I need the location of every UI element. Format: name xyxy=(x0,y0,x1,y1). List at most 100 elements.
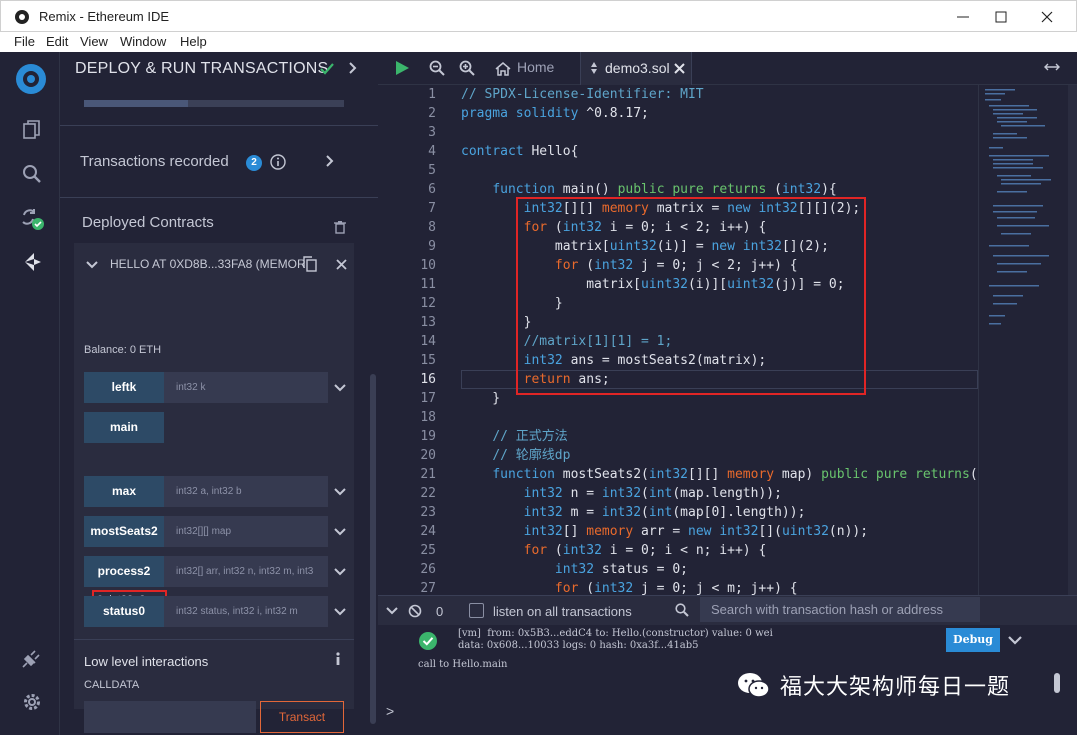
info-icon[interactable] xyxy=(332,652,344,666)
tab-demo3-sol[interactable]: demo3.sol xyxy=(580,52,692,85)
watermark: 福大大架构师每日一题 xyxy=(736,669,1010,701)
menu-edit[interactable]: Edit xyxy=(46,34,68,49)
line-number: 15 xyxy=(420,353,436,368)
contract-header[interactable]: HELLO AT 0XD8B...33FA8 (MEMOR xyxy=(74,243,354,287)
chevron-right-icon[interactable] xyxy=(347,62,359,74)
max-button[interactable]: max xyxy=(84,476,164,507)
maximize-button[interactable] xyxy=(978,1,1024,33)
clear-console-icon[interactable] xyxy=(408,604,422,618)
search-icon xyxy=(675,603,689,617)
menu-view[interactable]: View xyxy=(80,34,108,49)
solidity-compiler-icon[interactable] xyxy=(18,204,46,232)
close-button[interactable] xyxy=(1024,1,1070,33)
menu-help[interactable]: Help xyxy=(180,34,207,49)
chevron-down-icon[interactable] xyxy=(334,606,346,618)
terminal-prompt[interactable]: > xyxy=(386,703,394,719)
listen-all-checkbox[interactable] xyxy=(469,603,484,618)
line-number: 8 xyxy=(428,220,436,235)
status0-input[interactable]: int32 status, int32 i, int32 m xyxy=(164,596,328,627)
line-number: 16 xyxy=(420,372,436,387)
watermark-text: 福大大架构师每日一题 xyxy=(780,674,1011,699)
editor-tabs-bar: Home demo3.sol xyxy=(378,52,1077,85)
copy-icon[interactable] xyxy=(302,256,318,272)
code-line: // 正式方法 xyxy=(492,429,568,444)
line-number: 7 xyxy=(428,201,436,216)
tab-home[interactable]: Home xyxy=(517,59,554,75)
code-editor[interactable]: 1 // SPDX-License-Identifier: MIT 2 pragma… xyxy=(378,85,978,595)
code-line: int32 status = 0; xyxy=(554,562,688,577)
minimap-preview xyxy=(985,89,1051,325)
deployed-contracts-label: Deployed Contracts xyxy=(82,214,214,231)
process2-input[interactable]: int32[] arr, int32 n, int32 m, int3 xyxy=(164,556,328,587)
transaction-search-input[interactable]: Search with transaction hash or address xyxy=(700,597,980,622)
divider xyxy=(60,125,378,126)
pending-tx-count: 0 xyxy=(436,604,444,619)
deploy-run-icon[interactable] xyxy=(18,248,46,276)
leftk-button[interactable]: leftk xyxy=(84,372,164,403)
search-icon[interactable] xyxy=(18,160,46,188)
line-number: 24 xyxy=(420,524,436,539)
chevron-down-icon[interactable] xyxy=(386,606,398,616)
expand-arrows-icon[interactable] xyxy=(1044,60,1060,74)
file-explorer-icon[interactable] xyxy=(18,116,46,144)
line-number: 19 xyxy=(420,429,436,444)
chevron-down-icon[interactable] xyxy=(1008,635,1022,647)
code-minimap[interactable] xyxy=(978,85,1068,595)
process2-button[interactable]: process2 xyxy=(84,556,164,587)
code-line: // 轮廓线dp xyxy=(492,448,571,463)
code-line: pragma solidity ^0.8.17; xyxy=(461,106,649,121)
line-number: 11 xyxy=(420,277,436,292)
max-input[interactable]: int32 a, int32 b xyxy=(164,476,328,507)
editor-scrollbar[interactable] xyxy=(1068,85,1077,595)
calldata-input[interactable] xyxy=(84,701,256,733)
menu-bar: File Edit View Window Help xyxy=(0,32,1077,52)
line-number: 27 xyxy=(420,581,436,595)
close-tab-icon[interactable] xyxy=(674,63,685,74)
chevron-right-icon[interactable] xyxy=(324,155,336,167)
deploy-run-panel: DEPLOY & RUN TRANSACTIONS Transactions r… xyxy=(60,52,378,735)
line-number: 6 xyxy=(428,182,436,197)
chevron-down-icon[interactable] xyxy=(334,486,346,498)
chevron-down-icon[interactable] xyxy=(334,526,346,538)
mostseats2-input[interactable]: int32[][] map xyxy=(164,516,328,547)
code-line: for (int32 j = 0; j < m; j++) { xyxy=(554,581,798,595)
call-log-line: call to Hello.main xyxy=(418,659,508,670)
chevron-down-icon[interactable] xyxy=(86,259,98,271)
line-number: 25 xyxy=(420,543,436,558)
wechat-logo-icon xyxy=(738,673,770,698)
zoom-out-icon[interactable] xyxy=(429,60,445,76)
info-icon[interactable] xyxy=(270,154,286,170)
close-icon[interactable] xyxy=(336,259,347,270)
run-play-icon[interactable] xyxy=(394,60,410,76)
remix-home-icon[interactable] xyxy=(14,62,48,96)
transact-button[interactable]: Transact xyxy=(260,701,344,733)
zoom-in-icon[interactable] xyxy=(459,60,475,76)
status0-button[interactable]: status0 xyxy=(84,596,164,627)
transactions-recorded-label[interactable]: Transactions recorded xyxy=(80,153,229,170)
leftk-input[interactable]: int32 k xyxy=(164,372,328,403)
progress-fill xyxy=(84,100,188,107)
line-number: 17 xyxy=(420,391,436,406)
plugin-manager-icon[interactable] xyxy=(18,644,46,672)
success-check-icon xyxy=(419,632,437,650)
line-number: 14 xyxy=(420,334,436,349)
main-button[interactable]: main xyxy=(84,412,164,443)
chevron-down-icon[interactable] xyxy=(334,382,346,394)
code-line: // SPDX-License-Identifier: MIT xyxy=(461,87,704,102)
menu-window[interactable]: Window xyxy=(120,34,166,49)
terminal-output: [vm] from: 0x5B3...eddC4 to: Hello.(cons… xyxy=(378,625,1077,735)
debug-button[interactable]: Debug xyxy=(946,628,1000,652)
mostseats2-button[interactable]: mostSeats2 xyxy=(84,516,164,547)
settings-gear-icon[interactable] xyxy=(18,688,46,716)
menu-file[interactable]: File xyxy=(14,34,35,49)
code-line: for (int32 i = 0; i < n; i++) { xyxy=(523,543,767,558)
terminal-scrollbar[interactable] xyxy=(1054,673,1060,693)
line-number: 18 xyxy=(420,410,436,425)
contract-address-label: HELLO AT 0XD8B...33FA8 (MEMOR xyxy=(110,257,306,271)
chevron-down-icon[interactable] xyxy=(334,566,346,578)
trash-icon[interactable] xyxy=(333,220,347,234)
panel-scrollbar[interactable] xyxy=(370,374,376,724)
code-line: contract Hello{ xyxy=(461,144,579,159)
window-title: Remix - Ethereum IDE xyxy=(39,9,170,24)
close-icon xyxy=(1041,11,1053,23)
